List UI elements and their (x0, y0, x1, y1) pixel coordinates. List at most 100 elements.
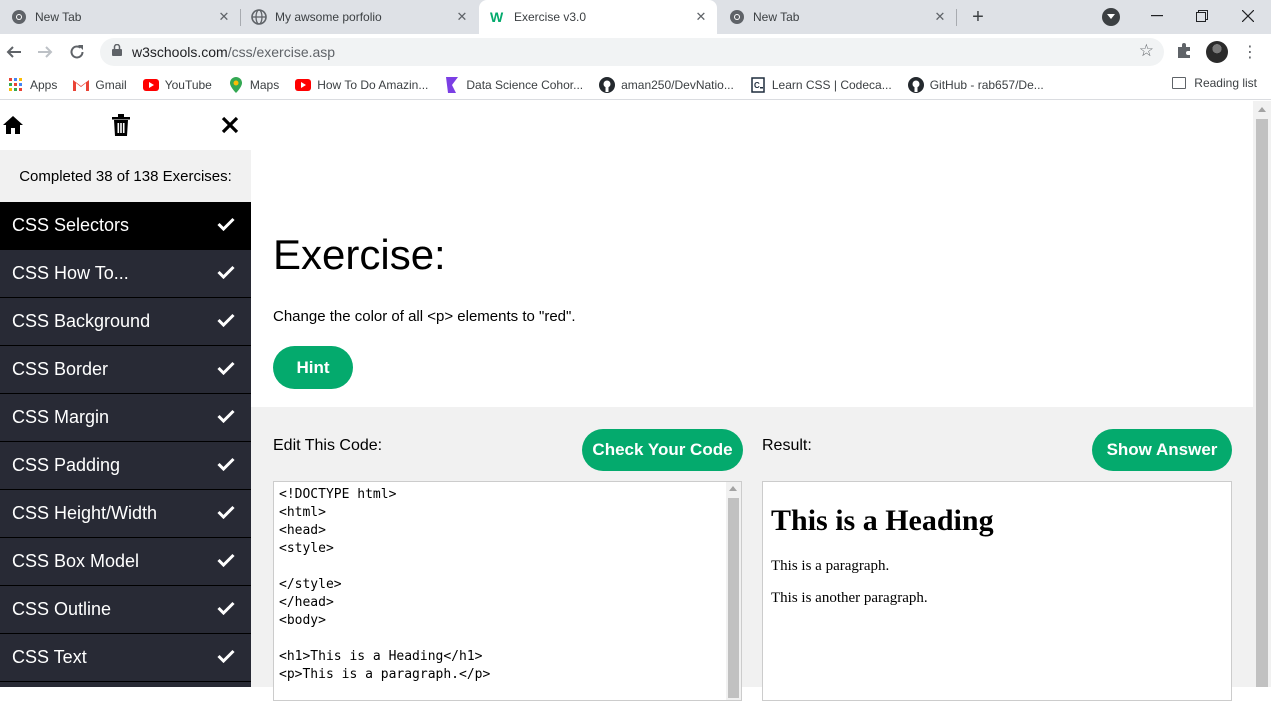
forward-arrow-icon[interactable] (33, 40, 57, 64)
editor-scrollbar[interactable] (726, 482, 741, 700)
tab-title: New Tab (35, 10, 82, 24)
chrome-icon (11, 9, 27, 25)
bookmark-label: Maps (249, 77, 280, 92)
sidebar-item-label: CSS Box Model (12, 551, 140, 571)
tab-exercise[interactable]: W Exercise v3.0 ✕ (479, 0, 717, 34)
page-scrollbar[interactable] (1253, 101, 1271, 687)
checkmark-icon (217, 647, 235, 668)
reading-list-button[interactable]: Reading list (1172, 76, 1257, 90)
close-icon[interactable]: ✕ (691, 7, 711, 27)
sidebar-item-css-border[interactable]: CSS Border (0, 346, 251, 394)
exercise-instruction: Change the color of all <p> elements to … (273, 308, 576, 325)
checkmark-icon (217, 599, 235, 620)
bookmark-how-to[interactable]: How To Do Amazin... (295, 77, 428, 93)
result-label: Result: (762, 437, 812, 454)
bookmark-maps[interactable]: Maps (228, 76, 280, 93)
youtube-icon (295, 77, 312, 93)
sidebar-item-css-background[interactable]: CSS Background (0, 298, 251, 346)
w3schools-icon: W (490, 9, 506, 25)
page-scroll-thumb[interactable] (1256, 119, 1268, 687)
bookmark-label: Gmail (95, 77, 127, 92)
sidebar-item-css-selectors[interactable]: CSS Selectors (0, 202, 251, 250)
bookmark-label: YouTube (164, 77, 212, 92)
profile-avatar[interactable] (1206, 41, 1228, 63)
exercise-main: Exercise: Change the color of all <p> el… (251, 101, 1253, 701)
result-paragraph: This is a paragraph. (771, 558, 890, 574)
bookmark-label: Data Science Cohor... (466, 77, 584, 92)
maps-icon (228, 76, 244, 93)
bookmarks-bar: Apps Gmail YouTube Maps How To Do Amazin… (0, 70, 1271, 100)
window-close-icon[interactable] (1236, 4, 1260, 28)
close-icon[interactable] (218, 113, 242, 137)
sidebar-item-label: CSS Margin (12, 407, 110, 427)
reload-icon[interactable] (65, 40, 89, 64)
exercise-sidebar: Completed 38 of 138 Exercises: CSS Selec… (0, 101, 251, 687)
extensions-puzzle-icon[interactable] (1175, 42, 1193, 65)
sidebar-item-css-text[interactable]: CSS Text (0, 634, 251, 682)
tab-title: My awsome porfolio (275, 10, 382, 24)
check-code-button[interactable]: Check Your Code (582, 429, 743, 471)
svg-text:W: W (490, 9, 504, 25)
checkmark-icon (217, 311, 235, 332)
restore-icon[interactable] (1190, 4, 1214, 28)
tab-strip: New Tab ✕ My awsome porfolio ✕ W Exercis… (0, 0, 1271, 34)
code-editor-content[interactable]: <!DOCTYPE html> <html> <head> <style> </… (274, 482, 741, 684)
bookmark-codecademy[interactable]: C Learn CSS | Codeca... (750, 76, 892, 93)
sidebar-item-label: CSS Outline (12, 599, 112, 619)
url-domain: w3schools.com (132, 44, 228, 60)
bookmark-youtube[interactable]: YouTube (142, 77, 212, 93)
url-path: /css/exercise.asp (227, 44, 336, 60)
close-icon[interactable]: ✕ (452, 7, 472, 27)
new-tab-button[interactable]: + (966, 5, 990, 29)
sidebar-item-css-how-to[interactable]: CSS How To... (0, 250, 251, 298)
code-editor[interactable]: <!DOCTYPE html> <html> <head> <style> </… (273, 481, 742, 701)
scroll-up-arrow-icon[interactable] (1258, 107, 1266, 112)
sidebar-item-css-box-model[interactable]: CSS Box Model (0, 538, 251, 586)
menu-kebab-icon[interactable]: ⋮ (1240, 40, 1260, 64)
tab-new-tab-1[interactable]: New Tab ✕ (0, 0, 240, 34)
bookmark-apps[interactable]: Apps (8, 77, 57, 93)
bookmark-github-rab657[interactable]: GitHub - rab657/De... (907, 76, 1044, 93)
bookmark-gmail[interactable]: Gmail (73, 77, 127, 93)
tab-portfolio[interactable]: My awsome porfolio ✕ (240, 0, 478, 34)
sidebar-item-label: CSS Selectors (12, 215, 130, 235)
checkmark-icon (217, 215, 235, 236)
minimize-icon[interactable] (1145, 4, 1169, 28)
github-icon (907, 76, 924, 93)
sidebar-item-label: CSS Background (12, 311, 151, 331)
sidebar-item-css-padding[interactable]: CSS Padding (0, 442, 251, 490)
scroll-up-arrow-icon[interactable] (729, 486, 737, 491)
codecademy-icon: C (750, 76, 766, 93)
close-icon[interactable]: ✕ (214, 7, 234, 27)
address-bar[interactable]: w3schools.com /css/exercise.asp ☆ (100, 38, 1164, 66)
tab-search-icon[interactable] (1102, 8, 1120, 26)
back-arrow-icon[interactable] (2, 40, 26, 64)
result-paragraph: This is another paragraph. (771, 590, 928, 606)
sidebar-item-label: CSS Text (12, 647, 87, 667)
bookmark-label: Learn CSS | Codeca... (771, 77, 892, 92)
trash-icon[interactable] (109, 113, 133, 137)
tab-new-tab-2[interactable]: New Tab ✕ (718, 0, 956, 34)
result-heading: This is a Heading (771, 504, 994, 537)
bookmark-label: How To Do Amazin... (317, 77, 429, 92)
show-answer-button[interactable]: Show Answer (1092, 429, 1232, 471)
sidebar-item-css-margin[interactable]: CSS Margin (0, 394, 251, 442)
close-icon[interactable]: ✕ (930, 7, 950, 27)
home-icon[interactable] (1, 113, 25, 137)
bookmark-devnation[interactable]: aman250/DevNatio... (599, 76, 734, 93)
completed-count: Completed 38 of 138 Exercises: (0, 150, 251, 202)
chrome-icon (729, 9, 745, 25)
sidebar-item-css-height-width[interactable]: CSS Height/Width (0, 490, 251, 538)
code-workarea: Edit This Code: Check Your Code Result: … (251, 407, 1253, 701)
globe-icon (251, 9, 267, 25)
hint-button[interactable]: Hint (273, 346, 353, 389)
bookmark-label: aman250/DevNatio... (621, 77, 734, 92)
tab-title: Exercise v3.0 (514, 10, 587, 24)
editor-scroll-thumb[interactable] (728, 498, 739, 698)
bookmark-data-science[interactable]: Data Science Cohor... (444, 76, 584, 93)
lock-icon (112, 43, 122, 61)
sidebar-item-label: CSS How To... (12, 263, 129, 283)
bookmark-star-icon[interactable]: ☆ (1139, 41, 1154, 61)
gmail-icon (73, 77, 90, 93)
sidebar-item-css-outline[interactable]: CSS Outline (0, 586, 251, 634)
